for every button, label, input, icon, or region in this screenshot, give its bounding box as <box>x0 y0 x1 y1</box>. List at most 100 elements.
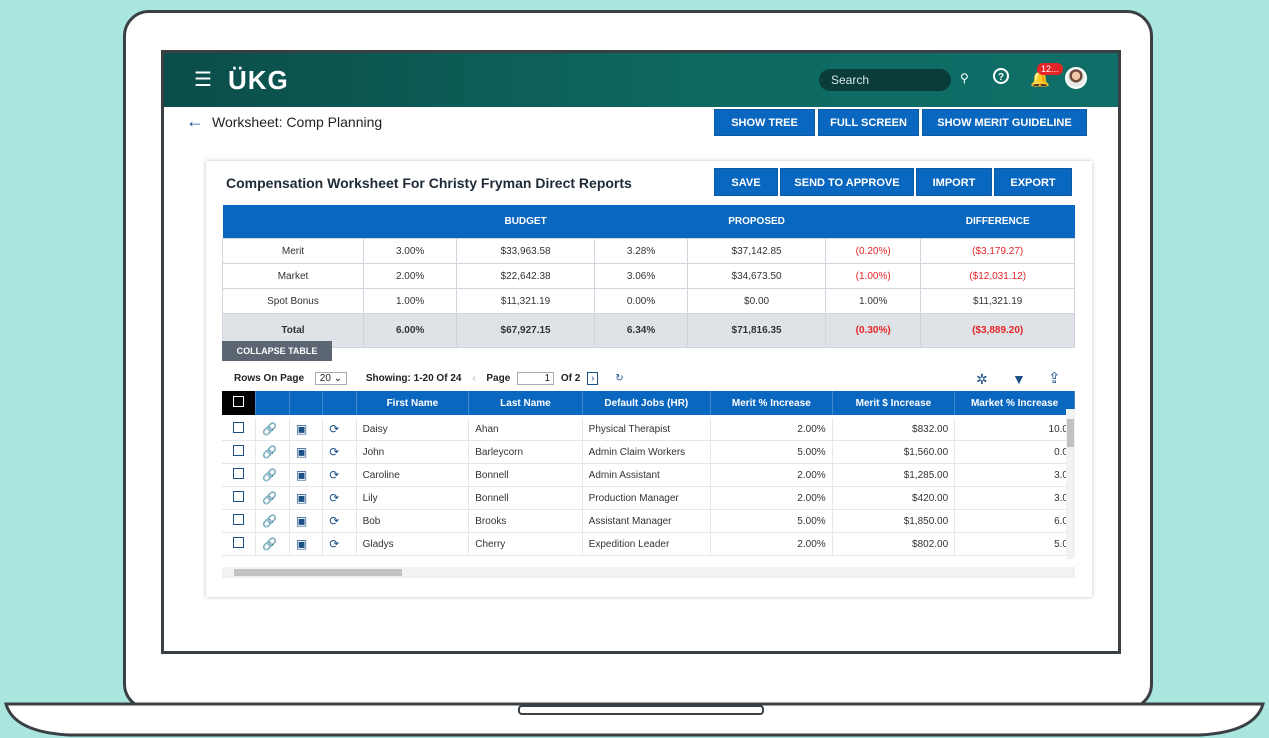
history-icon[interactable]: ⟳ <box>322 532 357 556</box>
market-pct-cell[interactable]: 3.0 <box>954 463 1075 487</box>
row-checkbox[interactable] <box>233 514 245 525</box>
filter-icon[interactable]: ▼ <box>1012 371 1026 387</box>
page-input[interactable]: 1 <box>517 372 555 385</box>
horizontal-scrollbar[interactable] <box>222 567 1075 578</box>
merit-pct-cell[interactable]: 2.00% <box>710 486 833 510</box>
summary-cell: 3.00% <box>362 238 458 264</box>
market-pct-cell[interactable]: 0.0 <box>954 440 1075 464</box>
merit-dollar-cell[interactable]: $832.00 <box>832 418 956 441</box>
merit-dollar-cell[interactable]: $420.00 <box>832 486 956 510</box>
history-icon[interactable]: ⟳ <box>322 463 357 487</box>
row-checkbox[interactable] <box>233 445 245 456</box>
column-market-pct[interactable]: Market % Increase <box>954 391 1075 415</box>
rows-on-page-select[interactable]: 20 ⌄ <box>314 372 348 385</box>
summary-cell: 3.28% <box>593 238 689 264</box>
link-icon[interactable]: 🔗 <box>255 440 290 464</box>
job-cell: Production Manager <box>582 486 712 510</box>
next-page-icon[interactable]: › <box>587 372 599 385</box>
market-pct-cell[interactable]: 5.0 <box>954 532 1075 556</box>
column-last-name[interactable]: Last Name <box>468 391 583 415</box>
settings-icon[interactable]: ✲ <box>976 371 988 388</box>
row-checkbox[interactable] <box>233 537 245 548</box>
merit-pct-cell[interactable]: 5.00% <box>710 440 833 464</box>
merit-pct-cell[interactable]: 5.00% <box>710 509 833 533</box>
card-title: Compensation Worksheet For Christy Fryma… <box>226 175 632 191</box>
summary-cell: $33,963.58 <box>456 238 595 264</box>
menu-icon[interactable]: ☰ <box>194 70 212 90</box>
profile-card-icon[interactable]: ▣ <box>289 509 324 533</box>
column-default-jobs[interactable]: Default Jobs (HR) <box>582 391 712 415</box>
help-icon[interactable]: ? <box>993 68 1009 84</box>
table-row[interactable]: 🔗 ▣ ⟳ Daisy Ahan Physical Therapist 2.00… <box>222 418 1075 441</box>
checkbox-icon <box>233 396 245 407</box>
summary-label: Merit <box>222 238 364 264</box>
table-row[interactable]: 🔗 ▣ ⟳ Caroline Bonnell Admin Assistant 2… <box>222 463 1075 487</box>
merit-pct-cell[interactable]: 2.00% <box>710 532 833 556</box>
link-icon[interactable]: 🔗 <box>255 509 290 533</box>
column-merit-dollar[interactable]: Merit $ Increase <box>832 391 956 415</box>
save-button[interactable]: SAVE <box>714 168 778 196</box>
merit-dollar-cell[interactable]: $802.00 <box>832 532 956 556</box>
first-name-cell: Lily <box>356 486 470 510</box>
history-icon[interactable]: ⟳ <box>322 486 357 510</box>
column-first-name[interactable]: First Name <box>356 391 470 415</box>
history-icon[interactable]: ⟳ <box>322 509 357 533</box>
row-checkbox[interactable] <box>233 491 245 502</box>
import-button[interactable]: IMPORT <box>916 168 992 196</box>
market-pct-cell[interactable]: 10.0 <box>954 418 1075 441</box>
scrollbar-thumb[interactable] <box>1067 419 1074 447</box>
merit-dollar-cell[interactable]: $1,285.00 <box>832 463 956 487</box>
summary-cell: $37,142.85 <box>687 238 826 264</box>
table-row[interactable]: 🔗 ▣ ⟳ Bob Brooks Assistant Manager 5.00%… <box>222 509 1075 533</box>
table-row[interactable]: 🔗 ▣ ⟳ Lily Bonnell Production Manager 2.… <box>222 486 1075 510</box>
market-pct-cell[interactable]: 3.0 <box>954 486 1075 510</box>
prev-page-icon[interactable]: ‹ <box>472 373 475 384</box>
merit-pct-cell[interactable]: 2.00% <box>710 418 833 441</box>
send-to-approve-button[interactable]: SEND TO APPROVE <box>780 168 914 196</box>
export-icon[interactable]: ⇪ <box>1048 369 1061 387</box>
column-merit-pct[interactable]: Merit % Increase <box>710 391 833 415</box>
budget-summary-table: BUDGET PROPOSED DIFFERENCE Merit 3.00% $33… <box>222 205 1075 348</box>
show-tree-button[interactable]: SHOW TREE <box>714 109 815 136</box>
history-icon[interactable]: ⟳ <box>322 440 357 464</box>
merit-pct-cell[interactable]: 2.00% <box>710 463 833 487</box>
row-checkbox[interactable] <box>233 468 245 479</box>
merit-dollar-cell[interactable]: $1,560.00 <box>832 440 956 464</box>
profile-card-icon[interactable]: ▣ <box>289 486 324 510</box>
employee-grid: First Name Last Name Default Jobs (HR) M… <box>222 391 1075 581</box>
market-pct-cell[interactable]: 6.0 <box>954 509 1075 533</box>
profile-card-icon[interactable]: ▣ <box>289 418 324 441</box>
table-row[interactable]: 🔗 ▣ ⟳ John Barleycorn Admin Claim Worker… <box>222 440 1075 464</box>
grid-header-row: First Name Last Name Default Jobs (HR) M… <box>222 391 1075 415</box>
link-icon[interactable]: 🔗 <box>255 532 290 556</box>
rows-on-page-label: Rows On Page <box>234 373 305 384</box>
show-merit-guideline-button[interactable]: SHOW MERIT GUIDELINE <box>922 109 1087 136</box>
merit-dollar-cell[interactable]: $1,850.00 <box>832 509 956 533</box>
summary-cell: 1.00% <box>362 288 458 314</box>
link-icon[interactable]: 🔗 <box>255 418 290 441</box>
last-name-cell: Bonnell <box>468 463 583 487</box>
back-arrow-icon[interactable]: ← <box>186 111 204 132</box>
scrollbar-thumb[interactable] <box>234 569 402 576</box>
profile-card-icon[interactable]: ▣ <box>289 463 324 487</box>
profile-card-icon[interactable]: ▣ <box>289 440 324 464</box>
pagination-bar: Rows On Page 20 ⌄ Showing: 1-20 Of 24 ‹ … <box>234 372 624 385</box>
link-icon[interactable]: 🔗 <box>255 463 290 487</box>
vertical-scrollbar[interactable] <box>1066 409 1075 559</box>
profile-card-icon[interactable]: ▣ <box>289 532 324 556</box>
select-all-checkbox[interactable] <box>222 391 257 415</box>
row-checkbox[interactable] <box>233 422 245 433</box>
summary-cell: $22,642.38 <box>456 263 595 289</box>
search-icon[interactable]: ⚲ <box>960 71 969 85</box>
history-icon[interactable]: ⟳ <box>322 418 357 441</box>
full-screen-button[interactable]: FULL SCREEN <box>818 109 919 136</box>
table-row[interactable]: 🔗 ▣ ⟳ Gladys Cherry Expedition Leader 2.… <box>222 532 1075 556</box>
collapse-table-button[interactable]: COLLAPSE TABLE <box>222 341 332 361</box>
avatar[interactable] <box>1065 67 1087 89</box>
first-name-cell: Daisy <box>356 418 470 441</box>
search-input[interactable]: Search <box>819 69 951 91</box>
first-name-cell: Bob <box>356 509 470 533</box>
export-button[interactable]: EXPORT <box>994 168 1072 196</box>
link-icon[interactable]: 🔗 <box>255 486 290 510</box>
refresh-icon[interactable]: ↻ <box>615 373 623 384</box>
